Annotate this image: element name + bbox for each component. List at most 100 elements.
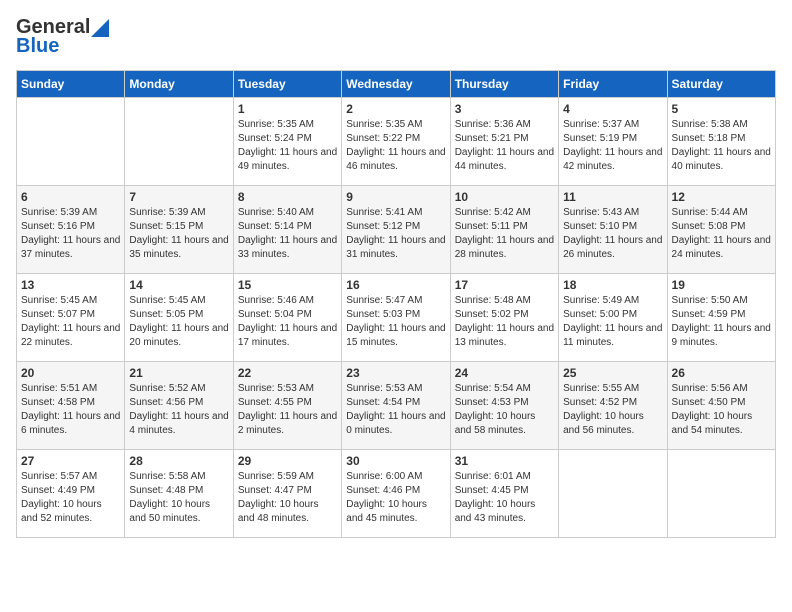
day-info: Sunrise: 5:41 AM Sunset: 5:12 PM Dayligh… — [346, 206, 445, 262]
logo-blue-text: Blue — [16, 35, 59, 58]
week-row-2: 6 Sunrise: 5:39 AM Sunset: 5:16 PM Daylig… — [17, 186, 776, 274]
day-header-wednesday: Wednesday — [342, 71, 450, 98]
logo: General Blue — [16, 16, 109, 58]
calendar-cell: 24 Sunrise: 5:54 AM Sunset: 4:53 PM Dayli… — [450, 362, 558, 450]
day-info: Sunrise: 5:49 AM Sunset: 5:00 PM Dayligh… — [563, 294, 662, 350]
day-info: Sunrise: 5:59 AM Sunset: 4:47 PM Dayligh… — [238, 470, 337, 526]
day-header-thursday: Thursday — [450, 71, 558, 98]
calendar-cell: 20 Sunrise: 5:51 AM Sunset: 4:58 PM Dayli… — [17, 362, 125, 450]
calendar-cell — [17, 98, 125, 186]
day-number: 15 — [238, 278, 337, 292]
day-number: 18 — [563, 278, 662, 292]
calendar-cell — [125, 98, 233, 186]
week-row-3: 13 Sunrise: 5:45 AM Sunset: 5:07 PM Dayli… — [17, 274, 776, 362]
day-info: Sunrise: 5:58 AM Sunset: 4:48 PM Dayligh… — [129, 470, 228, 526]
calendar-cell: 7 Sunrise: 5:39 AM Sunset: 5:15 PM Daylig… — [125, 186, 233, 274]
day-number: 23 — [346, 366, 445, 380]
day-number: 14 — [129, 278, 228, 292]
day-number: 19 — [672, 278, 771, 292]
calendar-cell: 10Sunrise: 5:42 AM Sunset: 5:11 PM Dayli… — [450, 186, 558, 274]
calendar-cell: 8Sunrise: 5:40 AM Sunset: 5:14 PM Daylig… — [233, 186, 341, 274]
day-info: Sunrise: 5:57 AM Sunset: 4:49 PM Dayligh… — [21, 470, 120, 526]
calendar-cell: 25 Sunrise: 5:55 AM Sunset: 4:52 PM Dayli… — [559, 362, 667, 450]
day-number: 20 — [21, 366, 120, 380]
calendar-cell: 26Sunrise: 5:56 AM Sunset: 4:50 PM Dayli… — [667, 362, 775, 450]
calendar-cell: 2Sunrise: 5:35 AM Sunset: 5:22 PM Daylig… — [342, 98, 450, 186]
calendar-header: SundayMondayTuesdayWednesdayThursdayFrid… — [17, 71, 776, 98]
calendar-cell: 15Sunrise: 5:46 AM Sunset: 5:04 PM Dayli… — [233, 274, 341, 362]
day-number: 3 — [455, 102, 554, 116]
calendar-cell: 13 Sunrise: 5:45 AM Sunset: 5:07 PM Dayli… — [17, 274, 125, 362]
day-info: Sunrise: 5:36 AM Sunset: 5:21 PM Dayligh… — [455, 118, 554, 174]
day-info: Sunrise: 5:39 AM Sunset: 5:16 PM Dayligh… — [21, 206, 120, 262]
day-number: 9 — [346, 190, 445, 204]
week-row-1: 1 Sunrise: 5:35 AM Sunset: 5:24 PM Daylig… — [17, 98, 776, 186]
calendar-cell: 23 Sunrise: 5:53 AM Sunset: 4:54 PM Dayli… — [342, 362, 450, 450]
calendar-table: SundayMondayTuesdayWednesdayThursdayFrid… — [16, 70, 776, 538]
day-number: 30 — [346, 454, 445, 468]
day-number: 11 — [563, 190, 662, 204]
day-info: Sunrise: 5:52 AM Sunset: 4:56 PM Dayligh… — [129, 382, 228, 438]
day-number: 31 — [455, 454, 554, 468]
day-number: 21 — [129, 366, 228, 380]
week-row-4: 20 Sunrise: 5:51 AM Sunset: 4:58 PM Dayli… — [17, 362, 776, 450]
day-info: Sunrise: 5:42 AM Sunset: 5:11 PM Dayligh… — [455, 206, 554, 262]
calendar-cell: 18 Sunrise: 5:49 AM Sunset: 5:00 PM Dayli… — [559, 274, 667, 362]
calendar-cell: 4Sunrise: 5:37 AM Sunset: 5:19 PM Daylig… — [559, 98, 667, 186]
day-info: Sunrise: 5:51 AM Sunset: 4:58 PM Dayligh… — [21, 382, 120, 438]
calendar-cell — [667, 450, 775, 538]
calendar-cell: 28Sunrise: 5:58 AM Sunset: 4:48 PM Dayli… — [125, 450, 233, 538]
calendar-cell — [559, 450, 667, 538]
calendar-cell: 17 Sunrise: 5:48 AM Sunset: 5:02 PM Dayli… — [450, 274, 558, 362]
day-info: Sunrise: 5:38 AM Sunset: 5:18 PM Dayligh… — [672, 118, 771, 174]
day-number: 12 — [672, 190, 771, 204]
calendar-cell: 30 Sunrise: 6:00 AM Sunset: 4:46 PM Dayli… — [342, 450, 450, 538]
week-row-5: 27 Sunrise: 5:57 AM Sunset: 4:49 PM Dayli… — [17, 450, 776, 538]
day-header-sunday: Sunday — [17, 71, 125, 98]
day-number: 17 — [455, 278, 554, 292]
day-number: 24 — [455, 366, 554, 380]
day-number: 29 — [238, 454, 337, 468]
calendar-cell: 16 Sunrise: 5:47 AM Sunset: 5:03 PM Dayli… — [342, 274, 450, 362]
calendar-cell: 3 Sunrise: 5:36 AM Sunset: 5:21 PM Daylig… — [450, 98, 558, 186]
day-number: 16 — [346, 278, 445, 292]
calendar-cell: 6 Sunrise: 5:39 AM Sunset: 5:16 PM Daylig… — [17, 186, 125, 274]
day-info: Sunrise: 5:43 AM Sunset: 5:10 PM Dayligh… — [563, 206, 662, 262]
day-info: Sunrise: 5:50 AM Sunset: 4:59 PM Dayligh… — [672, 294, 771, 350]
calendar-cell: 29 Sunrise: 5:59 AM Sunset: 4:47 PM Dayli… — [233, 450, 341, 538]
day-info: Sunrise: 5:48 AM Sunset: 5:02 PM Dayligh… — [455, 294, 554, 350]
calendar-cell: 19 Sunrise: 5:50 AM Sunset: 4:59 PM Dayli… — [667, 274, 775, 362]
day-info: Sunrise: 5:54 AM Sunset: 4:53 PM Dayligh… — [455, 382, 554, 438]
calendar-cell: 31 Sunrise: 6:01 AM Sunset: 4:45 PM Dayli… — [450, 450, 558, 538]
day-info: Sunrise: 5:45 AM Sunset: 5:07 PM Dayligh… — [21, 294, 120, 350]
day-info: Sunrise: 5:35 AM Sunset: 5:22 PM Dayligh… — [346, 118, 445, 174]
day-info: Sunrise: 5:35 AM Sunset: 5:24 PM Dayligh… — [238, 118, 337, 174]
calendar-cell: 14 Sunrise: 5:45 AM Sunset: 5:05 PM Dayli… — [125, 274, 233, 362]
calendar-cell: 22Sunrise: 5:53 AM Sunset: 4:55 PM Dayli… — [233, 362, 341, 450]
day-number: 26 — [672, 366, 771, 380]
day-info: Sunrise: 6:00 AM Sunset: 4:46 PM Dayligh… — [346, 470, 445, 526]
calendar-cell: 5Sunrise: 5:38 AM Sunset: 5:18 PM Daylig… — [667, 98, 775, 186]
day-info: Sunrise: 5:45 AM Sunset: 5:05 PM Dayligh… — [129, 294, 228, 350]
day-number: 13 — [21, 278, 120, 292]
day-info: Sunrise: 5:37 AM Sunset: 5:19 PM Dayligh… — [563, 118, 662, 174]
day-number: 8 — [238, 190, 337, 204]
day-info: Sunrise: 5:47 AM Sunset: 5:03 PM Dayligh… — [346, 294, 445, 350]
day-header-saturday: Saturday — [667, 71, 775, 98]
day-info: Sunrise: 5:55 AM Sunset: 4:52 PM Dayligh… — [563, 382, 662, 438]
calendar-cell: 27 Sunrise: 5:57 AM Sunset: 4:49 PM Dayli… — [17, 450, 125, 538]
logo-arrow-icon — [91, 19, 109, 37]
day-header-monday: Monday — [125, 71, 233, 98]
day-number: 7 — [129, 190, 228, 204]
day-info: Sunrise: 6:01 AM Sunset: 4:45 PM Dayligh… — [455, 470, 554, 526]
day-number: 25 — [563, 366, 662, 380]
day-number: 27 — [21, 454, 120, 468]
calendar-cell: 9 Sunrise: 5:41 AM Sunset: 5:12 PM Daylig… — [342, 186, 450, 274]
day-info: Sunrise: 5:53 AM Sunset: 4:54 PM Dayligh… — [346, 382, 445, 438]
day-number: 1 — [238, 102, 337, 116]
calendar-cell: 21 Sunrise: 5:52 AM Sunset: 4:56 PM Dayli… — [125, 362, 233, 450]
calendar-cell: 11 Sunrise: 5:43 AM Sunset: 5:10 PM Dayli… — [559, 186, 667, 274]
day-header-tuesday: Tuesday — [233, 71, 341, 98]
day-info: Sunrise: 5:39 AM Sunset: 5:15 PM Dayligh… — [129, 206, 228, 262]
day-number: 6 — [21, 190, 120, 204]
